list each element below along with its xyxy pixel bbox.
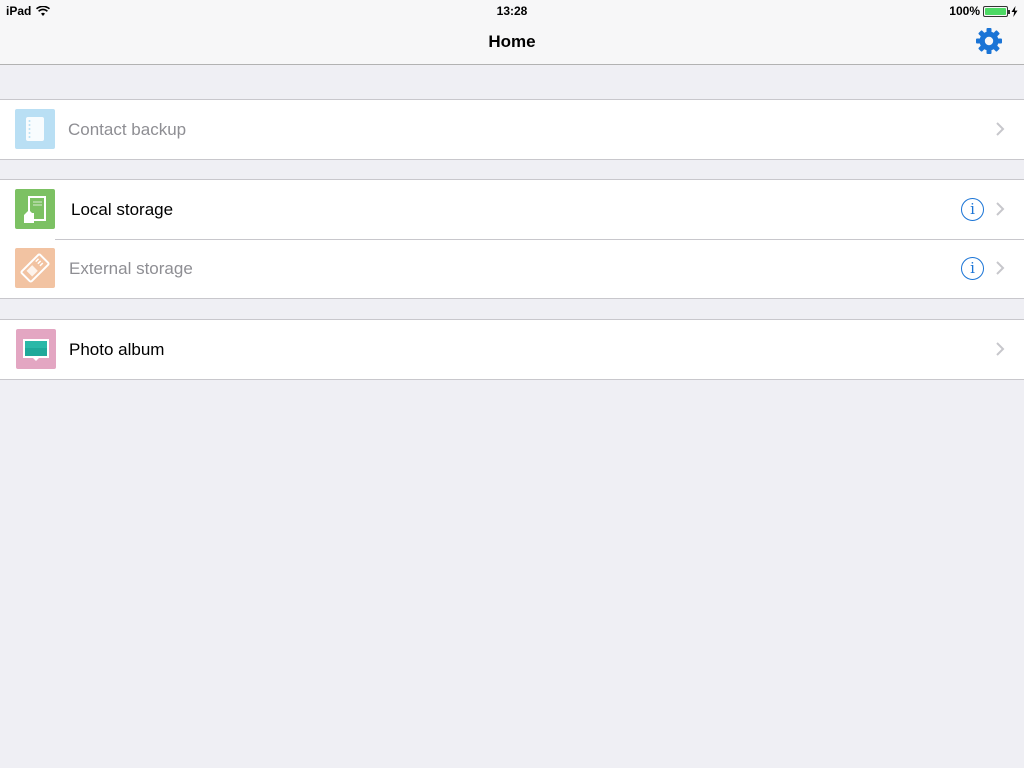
storage-group: Local storage i External storage i xyxy=(0,179,1024,299)
gear-icon xyxy=(976,28,1002,54)
page-title: Home xyxy=(488,32,536,51)
charging-icon xyxy=(1011,5,1018,17)
status-right: 100% xyxy=(949,4,1018,18)
settings-button[interactable] xyxy=(974,26,1004,56)
external-storage-info-button[interactable]: i xyxy=(961,257,984,280)
photo-group: Photo album xyxy=(0,319,1024,380)
sd-card-icon xyxy=(15,248,55,288)
chevron-right-icon xyxy=(996,261,1005,275)
chevron-right-icon xyxy=(996,342,1005,356)
battery-percent: 100% xyxy=(949,4,980,18)
chevron-right-icon xyxy=(996,122,1005,136)
contact-backup-label: Contact backup xyxy=(68,120,187,139)
status-bar: iPad 13:28 100% xyxy=(0,0,1024,20)
photo-album-row[interactable]: Photo album xyxy=(0,320,1024,379)
status-time: 13:28 xyxy=(496,4,528,18)
local-storage-row[interactable]: Local storage i xyxy=(0,180,1024,239)
external-storage-label: External storage xyxy=(69,259,193,278)
notebook-icon xyxy=(15,109,55,149)
battery-fill xyxy=(985,7,1006,15)
chevron-right-icon xyxy=(996,202,1005,216)
navigation-bar: Home xyxy=(0,20,1024,65)
photo-icon xyxy=(16,329,56,369)
local-storage-label: Local storage xyxy=(71,200,174,219)
battery-icon xyxy=(983,5,1010,17)
local-storage-info-button[interactable]: i xyxy=(961,198,984,221)
contact-backup-row[interactable]: Contact backup xyxy=(0,100,1024,159)
external-storage-row[interactable]: External storage i xyxy=(0,239,1024,298)
photo-album-label: Photo album xyxy=(69,340,165,359)
backup-group: Contact backup xyxy=(0,99,1024,160)
device-storage-icon xyxy=(15,189,55,229)
